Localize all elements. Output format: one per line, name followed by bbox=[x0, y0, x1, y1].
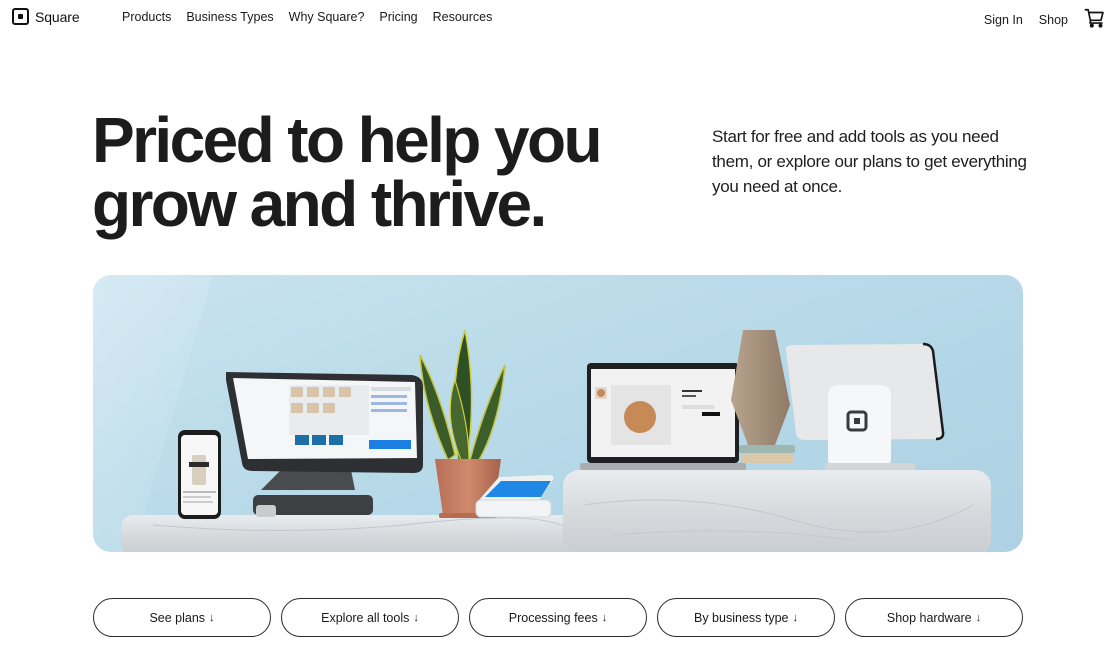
arrow-down-icon: ↓ bbox=[975, 611, 982, 624]
shop-link[interactable]: Shop bbox=[1039, 13, 1068, 27]
header-actions: Sign In Shop bbox=[984, 7, 1106, 29]
hero-subtext: Start for free and add tools as you need… bbox=[712, 127, 1027, 196]
arrow-down-icon: ↓ bbox=[209, 611, 215, 624]
smartphone bbox=[178, 430, 221, 519]
arrow-down-icon: ↓ bbox=[601, 611, 608, 624]
shop-hardware-label: Shop hardware bbox=[886, 610, 972, 625]
by-business-type-button[interactable]: By business type ↓ bbox=[657, 598, 835, 637]
marble-counter-left bbox=[121, 515, 591, 552]
site-header: Square Products Business Types Why Squar… bbox=[0, 0, 1116, 36]
page-headline: Priced to help you grow and thrive. bbox=[92, 104, 603, 240]
shopping-cart-icon bbox=[1084, 8, 1104, 28]
see-plans-button[interactable]: See plans ↓ bbox=[93, 598, 271, 637]
see-plans-label: See plans bbox=[149, 610, 206, 625]
main-nav: Products Business Types Why Square? Pric… bbox=[122, 10, 492, 24]
processing-fees-button[interactable]: Processing fees ↓ bbox=[469, 598, 647, 637]
pos-register bbox=[226, 372, 423, 517]
quick-links: See plans ↓ Explore all tools ↓ Processi… bbox=[93, 598, 1023, 637]
nav-pricing[interactable]: Pricing bbox=[379, 10, 417, 24]
vase bbox=[731, 330, 790, 445]
nav-products[interactable]: Products bbox=[122, 10, 171, 24]
arrow-down-icon: ↓ bbox=[792, 611, 799, 624]
brand-name: Square bbox=[35, 8, 80, 25]
nav-business-types[interactable]: Business Types bbox=[186, 10, 273, 24]
explore-all-tools-label: Explore all tools bbox=[321, 610, 410, 625]
explore-all-tools-button[interactable]: Explore all tools ↓ bbox=[281, 598, 459, 637]
hero-image bbox=[93, 275, 1023, 552]
hero-illustration bbox=[93, 275, 991, 552]
shop-hardware-button[interactable]: Shop hardware ↓ bbox=[845, 598, 1023, 637]
by-business-type-label: By business type bbox=[694, 610, 789, 625]
headline-line-2: grow and thrive. bbox=[92, 168, 547, 240]
cart-button[interactable] bbox=[1084, 7, 1106, 29]
sign-in-link[interactable]: Sign In bbox=[984, 13, 1023, 27]
square-stand bbox=[785, 342, 945, 470]
arrow-down-icon: ↓ bbox=[413, 611, 419, 624]
square-logo-icon bbox=[12, 8, 29, 25]
marble-counter-right bbox=[563, 470, 991, 552]
square-logo-link[interactable]: Square bbox=[12, 8, 80, 25]
nav-resources[interactable]: Resources bbox=[433, 10, 493, 24]
books bbox=[739, 445, 795, 463]
nav-why-square[interactable]: Why Square? bbox=[289, 10, 365, 24]
laptop bbox=[580, 363, 746, 470]
processing-fees-label: Processing fees bbox=[508, 610, 598, 625]
headline-line-1: Priced to help you bbox=[92, 104, 603, 176]
